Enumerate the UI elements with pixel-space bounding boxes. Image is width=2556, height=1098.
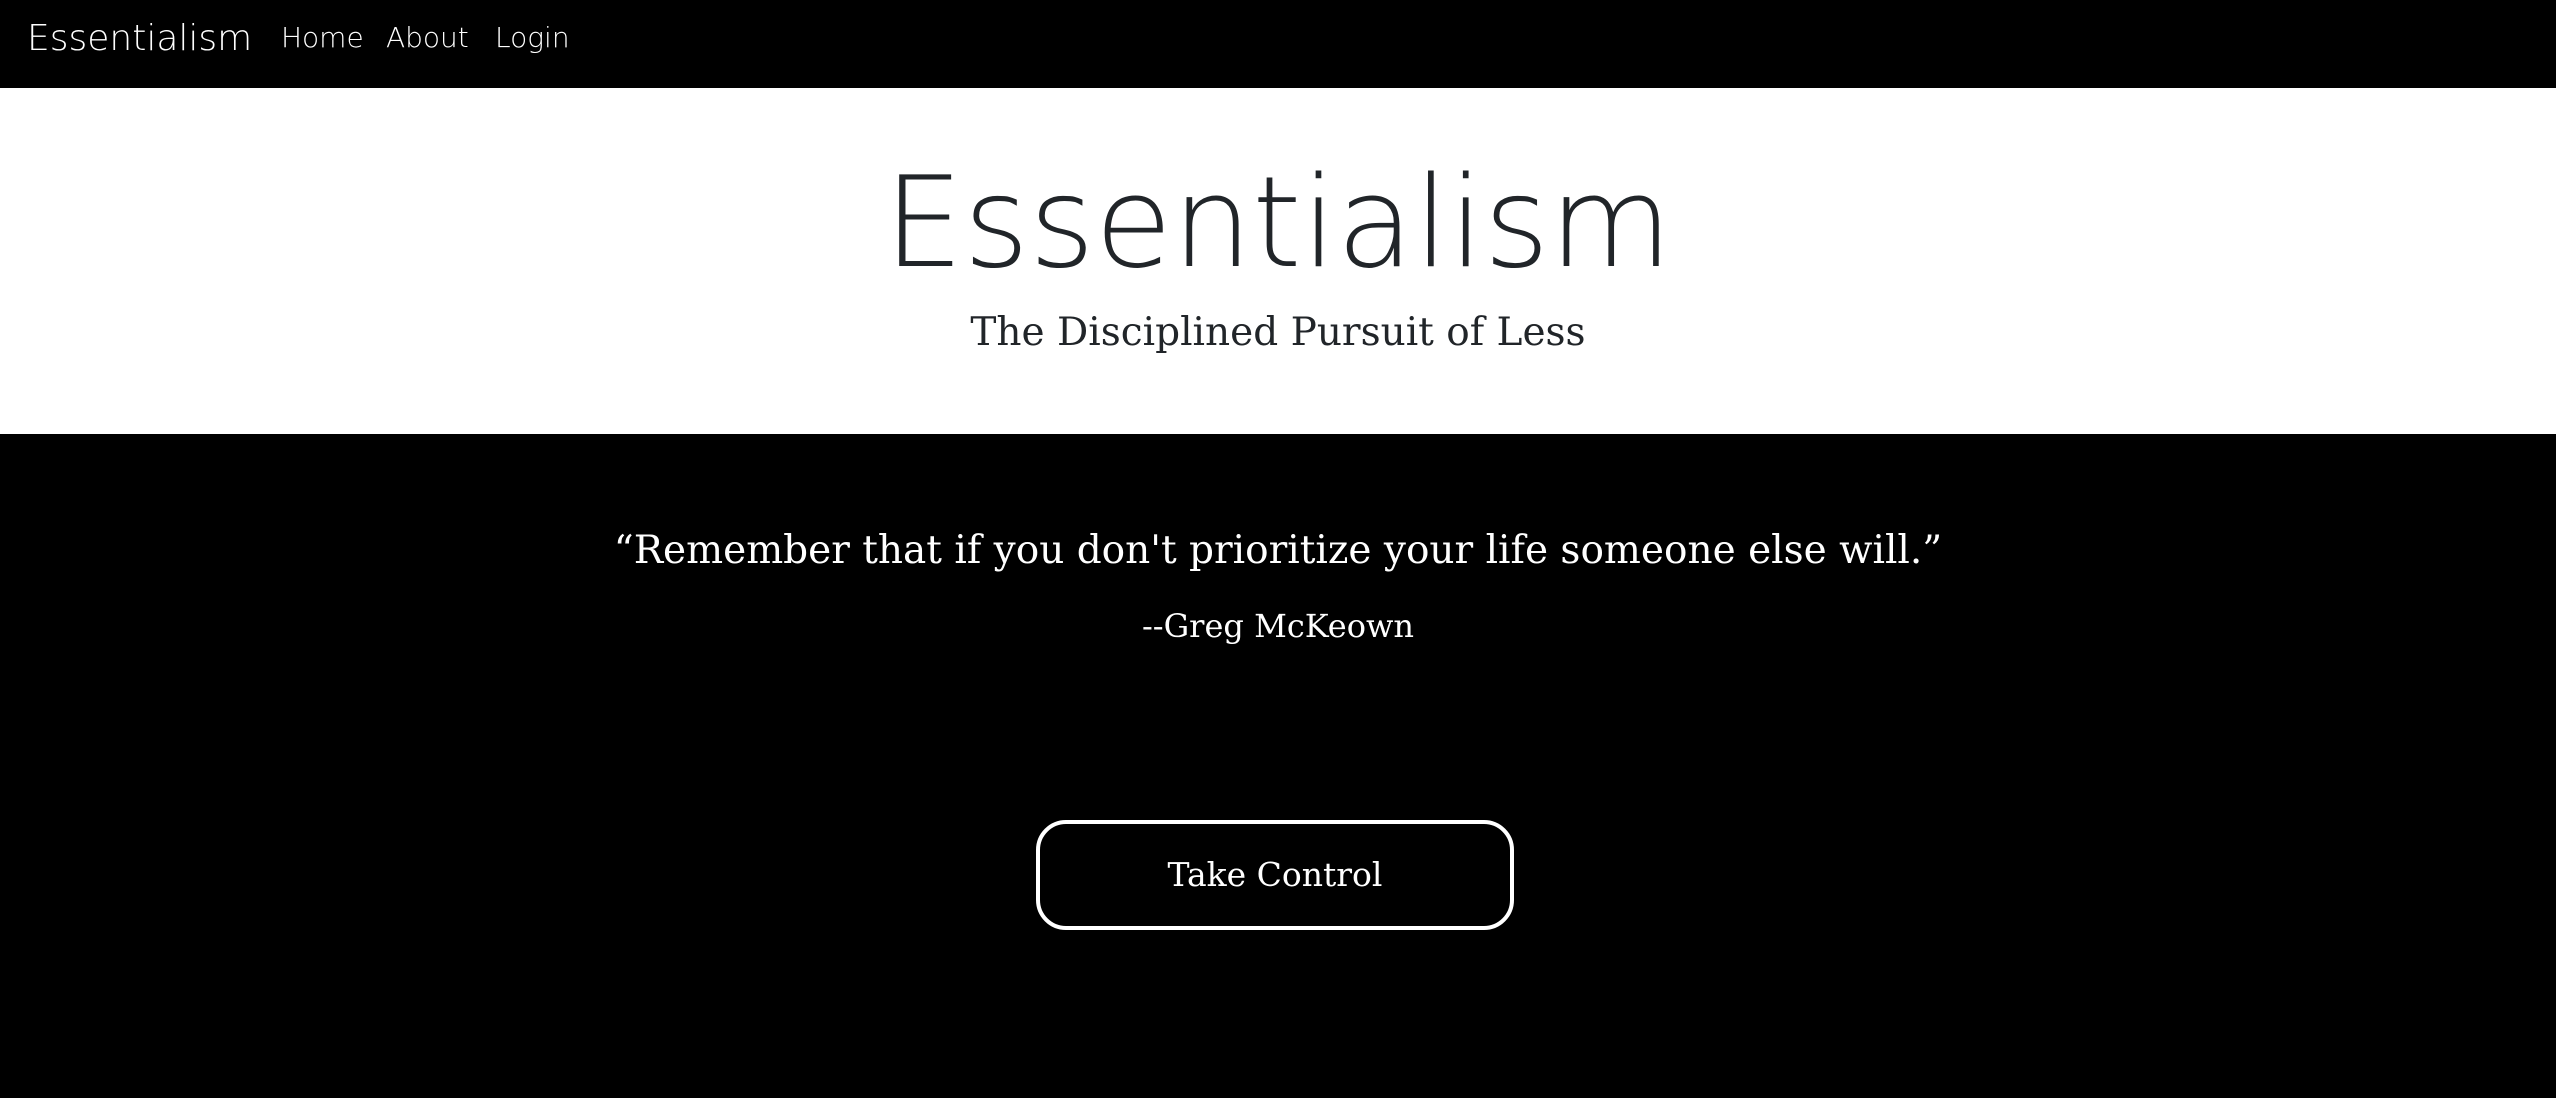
navbar-brand-link[interactable]: Essentialism [27,12,252,66]
hero-section: Essentialism The Disciplined Pursuit of … [0,88,2556,434]
top-navbar: Essentialism Home About Login [0,0,2556,88]
nav-link-home[interactable]: Home [281,16,364,60]
hero-title: Essentialism [883,149,1673,296]
nav-link-login[interactable]: Login [495,16,570,60]
nav-link-about[interactable]: About [386,16,469,60]
take-control-button[interactable]: Take Control [1036,820,1514,930]
quote-author: --Greg McKeown [1141,607,1414,645]
hero-subtitle: The Disciplined Pursuit of Less [970,310,1586,355]
quote-text: “Remember that if you don't prioritize y… [613,528,1943,573]
quote-section: “Remember that if you don't prioritize y… [0,434,2556,1098]
